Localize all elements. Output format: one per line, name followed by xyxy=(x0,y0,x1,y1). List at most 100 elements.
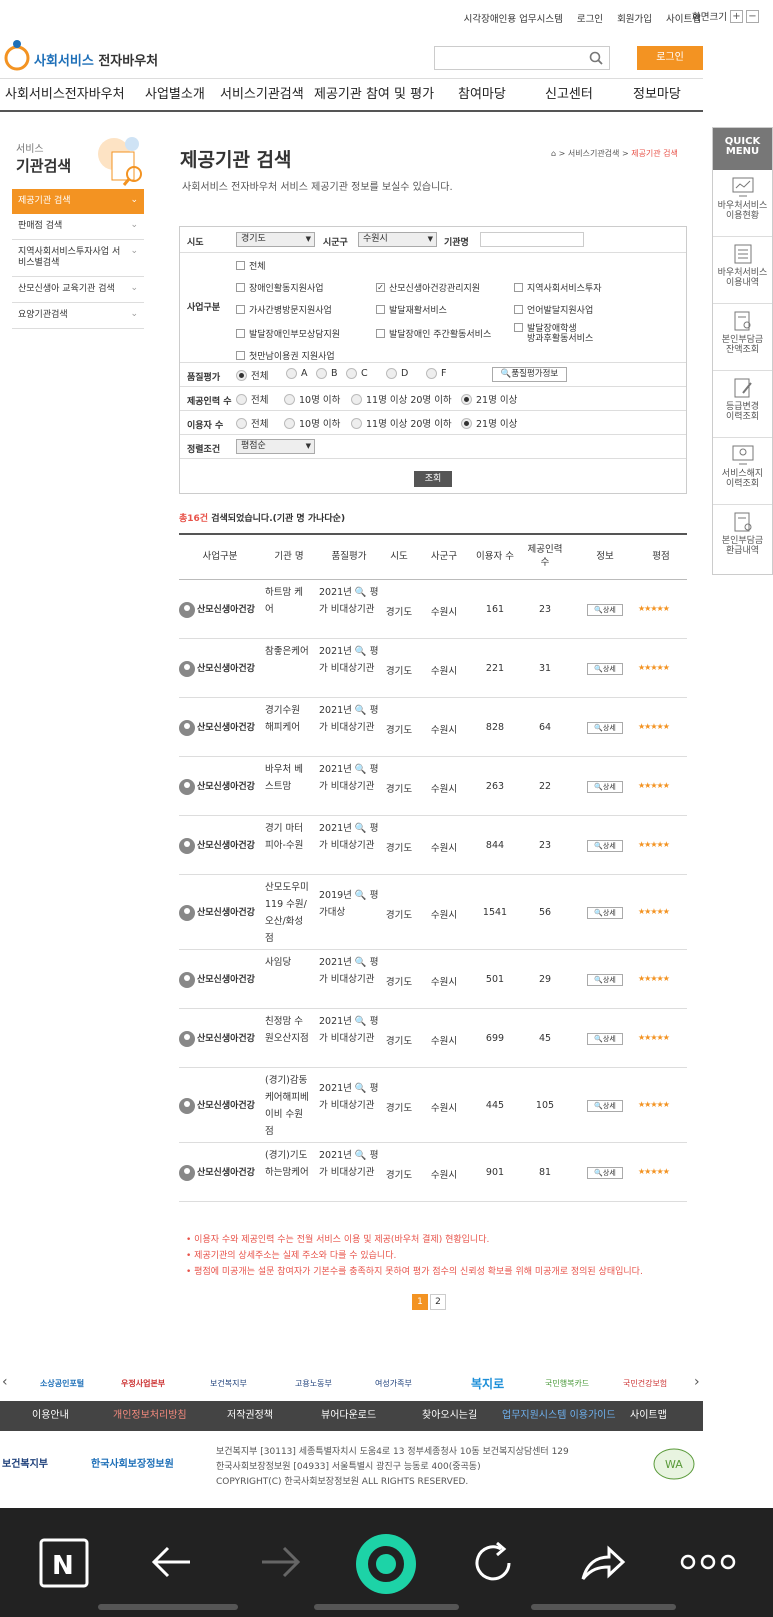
gnb-item-search[interactable]: 서비스기관검색 xyxy=(220,79,304,110)
search-submit-button[interactable]: 조회 xyxy=(414,471,452,487)
gnb-item-info[interactable]: 정보마당 xyxy=(633,79,681,110)
quality-info-button[interactable]: 🔍품질평가정보 xyxy=(492,367,567,382)
lnb-item-care-search[interactable]: 요양기관검색 ⌄ xyxy=(12,303,144,329)
green-home-icon[interactable] xyxy=(355,1533,417,1595)
business-checkbox[interactable]: 장애인활동지원사업 xyxy=(236,281,324,294)
gnb-item-business[interactable]: 사업별소개 xyxy=(145,79,205,110)
staff-radio[interactable]: 전체 xyxy=(236,392,268,406)
top-link-join[interactable]: 회원가입 xyxy=(617,11,652,25)
gnb-item-participation[interactable]: 제공기관 참여 및 평가 xyxy=(314,79,434,110)
top-link-accessible[interactable]: 시각장애인용 업무시스템 xyxy=(464,11,563,25)
refresh-icon[interactable] xyxy=(471,1540,517,1586)
back-arrow-icon[interactable] xyxy=(150,1545,194,1579)
detail-button[interactable]: 🔍상세 xyxy=(587,662,623,675)
banner-logo[interactable]: 여성가족부 xyxy=(375,1378,412,1389)
lnb-item-provider-search[interactable]: 제공기관 검색 ⌄ xyxy=(12,189,144,214)
sigungu-select[interactable]: 수원시 xyxy=(358,232,437,247)
business-checkbox[interactable]: 가사간병방문지원사업 xyxy=(236,303,332,316)
top-link-login[interactable]: 로그인 xyxy=(577,11,603,25)
quality-radio[interactable]: A xyxy=(286,368,308,379)
detail-button[interactable]: 🔍상세 xyxy=(587,603,623,616)
lnb-item-maternity-edu[interactable]: 산모신생아 교육기관 검색 ⌄ xyxy=(12,277,144,303)
page-button[interactable]: 1 xyxy=(412,1294,428,1310)
banner-logo[interactable]: 우정사업본부 xyxy=(121,1378,165,1389)
lnb-item-store-search[interactable]: 판매점 검색 ⌄ xyxy=(12,214,144,240)
page-button[interactable]: 2 xyxy=(430,1294,446,1310)
staff-radio[interactable]: 10명 이하 xyxy=(284,392,340,406)
radio-icon xyxy=(284,417,295,429)
radio-icon xyxy=(351,393,362,405)
lnb-item-community-search[interactable]: 지역사회서비스투자사업 서비스별검색 ⌄ xyxy=(12,240,144,277)
footer-link[interactable]: 뷰어다운로드 xyxy=(321,1401,376,1431)
chevron-right-icon[interactable]: › xyxy=(694,1374,700,1390)
business-checkbox[interactable]: 발달재활서비스 xyxy=(376,303,447,316)
login-button[interactable]: 로그인 xyxy=(637,46,703,70)
quality-radio[interactable]: C xyxy=(346,368,368,379)
quick-item-refund[interactable]: 본인부담금 환급내역 xyxy=(713,505,772,572)
detail-button[interactable]: 🔍상세 xyxy=(587,1099,623,1112)
sido-select[interactable]: 경기도 xyxy=(236,232,315,247)
quick-item-balance[interactable]: 본인부담금 잔액조회 xyxy=(713,304,772,371)
staff-radio[interactable]: 11명 이상 20명 이하 xyxy=(351,392,452,406)
site-logo[interactable]: 사회서비스 전자바우처 xyxy=(0,36,200,76)
gnb-item-forum[interactable]: 참여마당 xyxy=(458,79,506,110)
banner-logo[interactable]: 소상공인포털 xyxy=(40,1378,84,1389)
detail-button[interactable]: 🔍상세 xyxy=(587,721,623,734)
banner-logo[interactable]: 국민건강보험 xyxy=(623,1378,667,1389)
quality-radio[interactable]: 전체 xyxy=(236,368,268,382)
users-radio[interactable]: 21명 이상 xyxy=(461,416,517,430)
detail-button[interactable]: 🔍상세 xyxy=(587,1166,623,1179)
business-checkbox[interactable]: 방과후활동서비스 xyxy=(514,331,593,344)
name-input[interactable] xyxy=(480,232,584,247)
quality-radio[interactable]: D xyxy=(386,368,408,379)
detail-button[interactable]: 🔍상세 xyxy=(587,973,623,986)
staff-radio[interactable]: 21명 이상 xyxy=(461,392,517,406)
naver-icon[interactable]: N xyxy=(39,1538,89,1588)
quality-radio[interactable]: B xyxy=(316,368,338,379)
font-size-plus-button[interactable]: + xyxy=(730,9,743,23)
banner-logo[interactable]: 보건복지부 xyxy=(210,1378,247,1389)
business-checkbox[interactable]: 지역사회서비스투자 xyxy=(514,281,602,294)
quality-radio[interactable]: F xyxy=(426,368,446,379)
footer-link[interactable]: 저작권정책 xyxy=(227,1401,273,1431)
gnb-item-voucher[interactable]: 사회서비스전자바우처 xyxy=(5,79,125,110)
staff-cell: 29 xyxy=(538,973,552,985)
quick-item-cancel-history[interactable]: 서비스해지 이력조회 xyxy=(713,438,772,505)
users-radio-label: 11명 이상 20명 이하 xyxy=(366,419,452,430)
quick-item-usage-history[interactable]: 바우처서비스 이용내역 xyxy=(713,237,772,304)
home-icon[interactable]: ⌂ xyxy=(551,149,556,158)
category-text: 산모신생아건강 xyxy=(197,840,255,851)
banner-logo[interactable]: 국민행복카드 xyxy=(545,1378,589,1389)
search-icon[interactable] xyxy=(589,51,603,65)
business-checkbox[interactable]: ✓ 산모신생아건강관리지원 xyxy=(376,281,480,294)
search-input[interactable] xyxy=(434,46,610,70)
detail-button[interactable]: 🔍상세 xyxy=(587,906,623,919)
business-checkbox[interactable]: 언어발달지원사업 xyxy=(514,303,593,316)
breadcrumb-item[interactable]: 서비스기관검색 xyxy=(568,149,620,158)
sort-select[interactable]: 평점순 xyxy=(236,439,315,454)
business-checkbox[interactable]: 첫만남이용권 지원사업 xyxy=(236,349,335,362)
users-radio[interactable]: 11명 이상 20명 이하 xyxy=(351,416,452,430)
detail-button[interactable]: 🔍상세 xyxy=(587,780,623,793)
footer-link[interactable]: 개인정보처리방침 xyxy=(113,1401,187,1431)
banner-logo[interactable]: 복지로 xyxy=(471,1375,504,1392)
gnb-item-report[interactable]: 신고센터 xyxy=(545,79,593,110)
footer-link[interactable]: 이용안내 xyxy=(32,1401,69,1431)
footer-link[interactable]: 업무지원시스템 이용가이드 xyxy=(502,1401,616,1431)
detail-button[interactable]: 🔍상세 xyxy=(587,1032,623,1045)
font-size-minus-button[interactable]: − xyxy=(746,9,759,23)
quick-item-usage-status[interactable]: 바우처서비스 이용현황 xyxy=(713,170,772,237)
footer-link[interactable]: 찾아오시는길 xyxy=(422,1401,477,1431)
business-checkbox[interactable]: 발달장애인 주간활동서비스 xyxy=(376,327,491,340)
business-checkbox[interactable]: 전체 xyxy=(236,259,266,272)
share-icon[interactable] xyxy=(579,1543,627,1583)
users-radio[interactable]: 전체 xyxy=(236,416,268,430)
business-checkbox[interactable]: 발달장애인부모상담지원 xyxy=(236,327,340,340)
detail-button[interactable]: 🔍상세 xyxy=(587,839,623,852)
footer-link[interactable]: 사이트맵 xyxy=(630,1401,667,1431)
banner-logo[interactable]: 고용노동부 xyxy=(295,1378,332,1389)
quick-item-grade-change[interactable]: 등급변경 이력조회 xyxy=(713,371,772,438)
chevron-left-icon[interactable]: ‹ xyxy=(2,1374,8,1390)
users-radio[interactable]: 10명 이하 xyxy=(284,416,340,430)
more-icon[interactable] xyxy=(680,1554,736,1570)
